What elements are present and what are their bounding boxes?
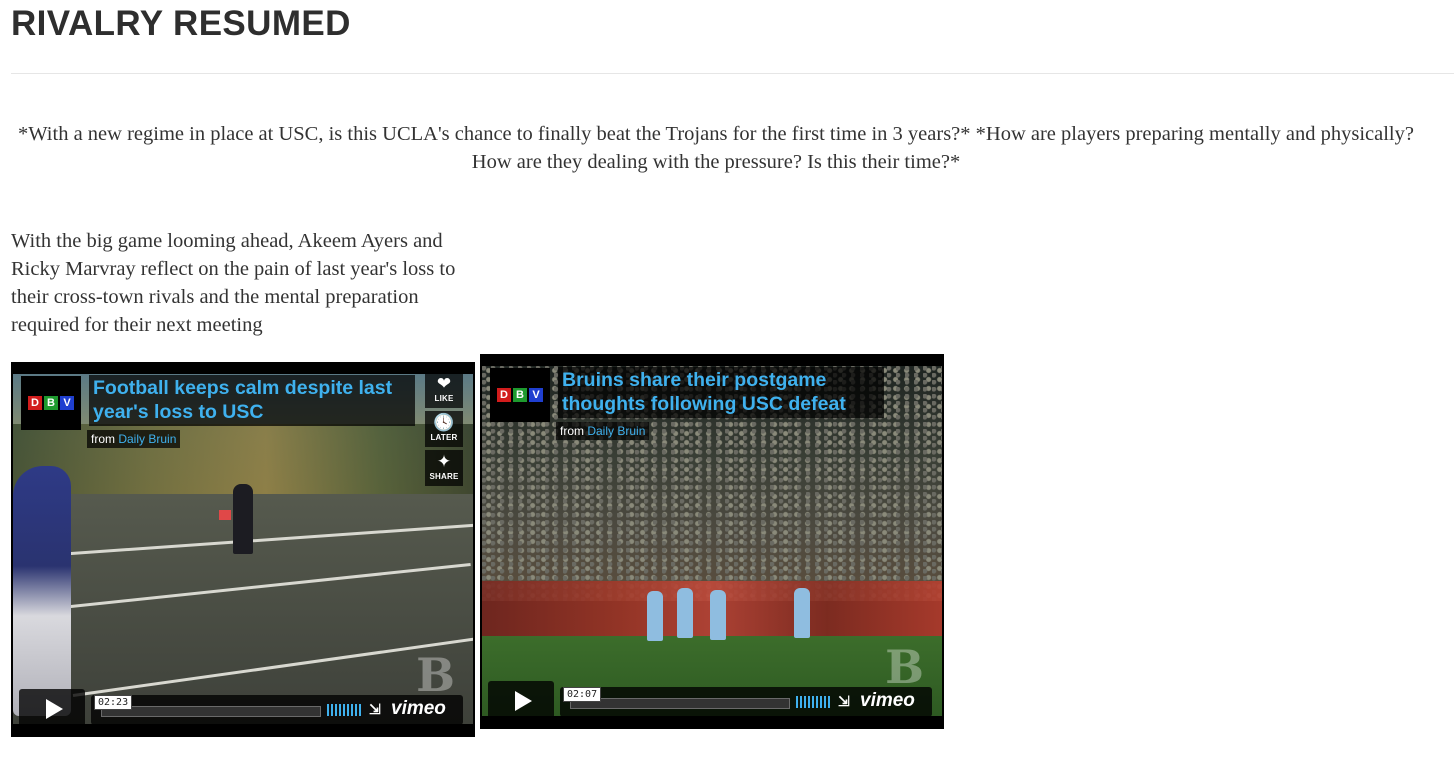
share-icon: ✦ xyxy=(436,452,452,471)
fullscreen-icon[interactable]: ⇲ xyxy=(369,701,381,718)
video-player-2[interactable]: B DBV Bruins share their postgame though… xyxy=(480,354,944,729)
progress-bar[interactable]: 02:07 xyxy=(563,687,790,709)
dbv-logo: DBV xyxy=(490,368,550,422)
share-button[interactable]: ✦ SHARE xyxy=(425,450,463,486)
time-display: 02:07 xyxy=(563,687,602,702)
watch-later-button[interactable]: 🕓 LATER xyxy=(425,411,463,447)
heart-icon: ❤ xyxy=(436,374,452,393)
fullscreen-icon[interactable]: ⇲ xyxy=(838,693,850,710)
source-link[interactable]: Daily Bruin xyxy=(587,424,645,438)
video-byline: from Daily Bruin xyxy=(87,430,181,448)
vimeo-logo[interactable]: vimeo xyxy=(391,698,446,720)
player-controls: 02:07 ⇲ vimeo xyxy=(560,687,932,717)
video-thumbnail[interactable]: B xyxy=(482,366,942,716)
video-thumbnail[interactable]: B xyxy=(13,374,473,724)
player-controls: 02:23 ⇲ vimeo xyxy=(91,695,463,725)
intro-text: *With a new regime in place at USC, is t… xyxy=(18,123,1414,173)
time-display: 02:23 xyxy=(94,695,133,710)
source-link[interactable]: Daily Bruin xyxy=(118,432,176,446)
like-button[interactable]: ❤ LIKE xyxy=(425,372,463,408)
video-player-1[interactable]: B DBV Football keeps calm despite last y… xyxy=(11,362,475,737)
video-title-link[interactable]: Bruins share their postgame thoughts fol… xyxy=(558,367,884,418)
progress-bar[interactable]: 02:23 xyxy=(94,695,321,717)
volume-icon[interactable] xyxy=(796,696,830,708)
volume-icon[interactable] xyxy=(327,704,361,716)
page-title: RIVALRY RESUMED xyxy=(11,4,351,43)
dbv-logo: DBV xyxy=(21,376,81,430)
play-button[interactable] xyxy=(19,689,85,729)
divider xyxy=(11,73,1454,74)
play-icon xyxy=(514,691,532,711)
video-title-link[interactable]: Football keeps calm despite last year's … xyxy=(89,375,415,426)
play-button[interactable] xyxy=(488,681,554,721)
side-actions: ❤ LIKE 🕓 LATER ✦ SHARE xyxy=(425,372,465,489)
video-byline: from Daily Bruin xyxy=(556,422,650,440)
clock-icon: 🕓 xyxy=(433,413,455,432)
play-icon xyxy=(45,699,63,719)
body-text: With the big game looming ahead, Akeem A… xyxy=(11,230,456,336)
vimeo-logo[interactable]: vimeo xyxy=(860,690,915,712)
